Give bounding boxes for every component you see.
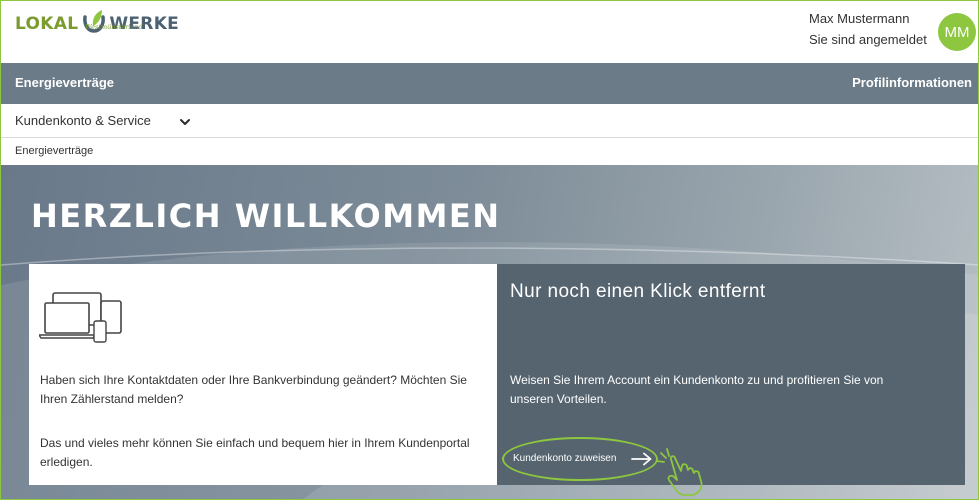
logo-subtitle: Westmünsterland bbox=[85, 23, 143, 31]
chevron-down-icon[interactable] bbox=[179, 116, 191, 128]
main-nav: Energieverträge Profilinformationen bbox=[1, 63, 978, 104]
logo-text-lokal: LOKAL bbox=[15, 14, 79, 34]
nav-energievertraege[interactable]: Energieverträge bbox=[15, 75, 114, 90]
cta-card-title: Nur noch einen Klick entfernt bbox=[510, 281, 766, 302]
info-text-1: Haben sich Ihre Kontaktdaten oder Ihre B… bbox=[40, 373, 467, 406]
breadcrumb: Energieverträge bbox=[1, 139, 978, 165]
info-text-2: Das und vieles mehr können Sie einfach u… bbox=[40, 436, 470, 469]
avatar[interactable]: MM bbox=[938, 13, 976, 51]
arrow-right-icon[interactable] bbox=[631, 452, 653, 466]
submenu[interactable]: Kundenkonto & Service bbox=[1, 104, 978, 138]
header: LOKAL WERKE Westmünsterland Max Musterma… bbox=[1, 1, 978, 63]
breadcrumb-item[interactable]: Energieverträge bbox=[15, 145, 93, 157]
nav-profilinformationen[interactable]: Profilinformationen bbox=[852, 75, 972, 90]
plug-leaf-icon bbox=[83, 10, 106, 33]
kundenkonto-zuweisen-button[interactable]: Kundenkonto zuweisen bbox=[513, 453, 616, 464]
app-frame: LOKAL WERKE Westmünsterland Max Musterma… bbox=[0, 0, 979, 500]
user-name: Max Mustermann bbox=[809, 11, 910, 26]
logo[interactable]: LOKAL WERKE bbox=[15, 10, 179, 49]
hero-title: HERZLICH WILLKOMMEN bbox=[31, 197, 501, 235]
devices-icon bbox=[39, 292, 122, 343]
login-status: Sie sind angemeldet bbox=[809, 32, 927, 47]
pointer-hand-icon bbox=[657, 448, 703, 496]
submenu-kundenkonto-service[interactable]: Kundenkonto & Service bbox=[15, 113, 151, 128]
cta-card-text: Weisen Sie Ihrem Account ein Kundenkonto… bbox=[510, 373, 884, 406]
